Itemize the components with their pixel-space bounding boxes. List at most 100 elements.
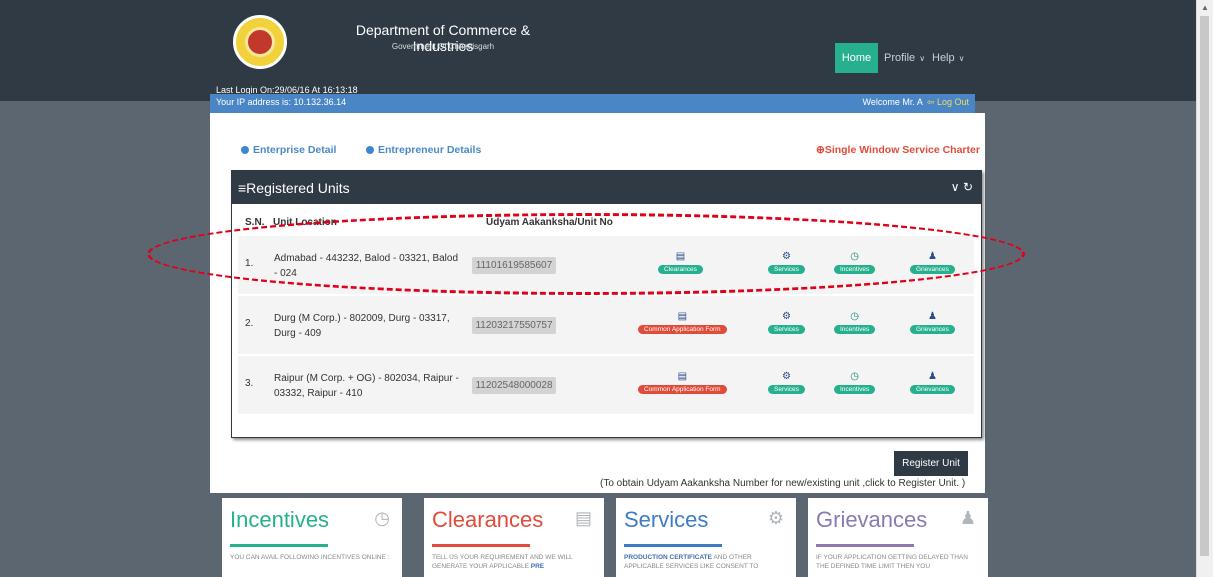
column-header-unit-no: Udyam Aakanksha/Unit No bbox=[486, 217, 613, 228]
logout-label: Log Out bbox=[936, 97, 969, 107]
services-action[interactable]: ⚙ Services bbox=[768, 310, 805, 334]
cogs-icon: ⚙ bbox=[781, 311, 791, 322]
incentives-badge[interactable]: Incentives bbox=[834, 385, 876, 394]
common-application-form-badge[interactable]: Common Application Form bbox=[638, 325, 727, 334]
government-emblem-logo bbox=[233, 15, 287, 69]
register-note: (To obtain Udyam Aakanksha Number for ne… bbox=[600, 478, 966, 489]
clearances-card[interactable]: Clearances ▤ TELL US YOUR REQUIREMENT AN… bbox=[424, 498, 604, 577]
welcome-text: Welcome Mr. A bbox=[862, 97, 923, 107]
card-text-body: IF YOUR APPLICATION GETTING DELAYED THAN… bbox=[816, 554, 968, 570]
incentives-card[interactable]: Incentives ◷ YOU CAN AVAIL FOLLOWING INC… bbox=[222, 498, 402, 577]
card-text-body: YOU CAN AVAIL FOLLOWING INCENTIVES ONLIN… bbox=[230, 554, 390, 561]
services-badge[interactable]: Services bbox=[768, 325, 805, 334]
clearances-action[interactable]: ▤ Clearances bbox=[658, 250, 703, 274]
row-sn: 2. bbox=[245, 318, 254, 329]
clock-icon: ◷ bbox=[374, 508, 390, 528]
common-application-form-action[interactable]: ▤ Common Application Form bbox=[638, 310, 727, 334]
register-unit-button[interactable]: Register Unit bbox=[894, 451, 968, 476]
card-title: Services bbox=[624, 507, 709, 532]
clock-icon: ◷ bbox=[850, 311, 859, 322]
grievances-card[interactable]: Grievances ♟ IF YOUR APPLICATION GETTING… bbox=[808, 498, 988, 577]
ip-address-text: Your IP address is: 10.132.36.14 bbox=[216, 97, 347, 107]
form-icon: ▤ bbox=[574, 508, 592, 528]
entrepreneur-details-link[interactable]: Entrepreneur Details bbox=[366, 144, 481, 156]
panel-title: Registered Units bbox=[246, 179, 350, 196]
vertical-scrollbar[interactable]: ▲ bbox=[1196, 0, 1213, 577]
logout-link[interactable]: ⇦ Log Out bbox=[927, 97, 969, 107]
card-accent-bar bbox=[624, 544, 722, 547]
collapse-icon[interactable]: ∨ bbox=[951, 180, 960, 194]
card-text: TELL US YOUR REQUIREMENT AND WE WILL GEN… bbox=[432, 553, 592, 571]
services-action[interactable]: ⚙ Services bbox=[768, 370, 805, 394]
enterprise-detail-label: Enterprise Detail bbox=[253, 144, 337, 156]
card-accent-bar bbox=[230, 544, 328, 547]
grievances-action[interactable]: ♟ Grievances bbox=[910, 310, 955, 334]
cogs-icon: ⚙ bbox=[781, 371, 791, 382]
form-icon: ▤ bbox=[677, 371, 688, 382]
card-title: Incentives bbox=[230, 507, 330, 532]
row-unit-no: 11202548000028 bbox=[472, 377, 556, 394]
row-location: Raipur (M Corp. + OG) - 802034, Raipur -… bbox=[274, 373, 459, 399]
common-application-form-badge[interactable]: Common Application Form bbox=[638, 385, 727, 394]
services-action[interactable]: ⚙ Services bbox=[768, 250, 805, 274]
card-text: PRODUCTION CERTIFICATE AND OTHER APPLICA… bbox=[624, 553, 784, 571]
table-row: 2. Durg (M Corp.) - 802009, Durg - 03317… bbox=[238, 296, 974, 354]
enterprise-detail-link[interactable]: Enterprise Detail bbox=[241, 144, 336, 156]
card-text: IF YOUR APPLICATION GETTING DELAYED THAN… bbox=[816, 553, 976, 571]
card-text-strong: PRODUCTION CERTIFICATE bbox=[624, 554, 712, 561]
nav-help[interactable]: Help ∨ bbox=[932, 43, 964, 73]
menu-icon: ≡ bbox=[238, 179, 247, 196]
entrepreneur-details-label: Entrepreneur Details bbox=[378, 144, 482, 156]
user-icon: ♟ bbox=[959, 508, 976, 528]
chevron-down-icon: ∨ bbox=[919, 53, 926, 63]
panel-header: ≡ Registered Units ∨ ↻ bbox=[232, 171, 981, 204]
scroll-up-arrow-icon[interactable]: ▲ bbox=[1201, 3, 1209, 12]
grievances-action[interactable]: ♟ Grievances bbox=[910, 370, 955, 394]
incentives-action[interactable]: ◷ Incentives bbox=[834, 370, 876, 394]
row-location: Durg (M Corp.) - 802009, Durg - 03317, D… bbox=[274, 313, 450, 339]
clearances-badge[interactable]: Clearances bbox=[658, 265, 703, 274]
cogs-icon: ⚙ bbox=[781, 251, 791, 262]
form-icon: ▤ bbox=[677, 311, 688, 322]
main-content: Enterprise Detail Entrepreneur Details ⊕… bbox=[210, 113, 985, 493]
row-location: Admabad - 443232, Balod - 03321, Balod -… bbox=[274, 253, 459, 279]
form-icon: ▤ bbox=[675, 251, 686, 262]
incentives-badge[interactable]: Incentives bbox=[834, 265, 876, 274]
grievances-badge[interactable]: Grievances bbox=[910, 325, 955, 334]
services-card[interactable]: Services ⚙ PRODUCTION CERTIFICATE AND OT… bbox=[616, 498, 796, 577]
nav-profile[interactable]: Profile ∨ bbox=[884, 43, 925, 73]
bullet-icon bbox=[241, 146, 249, 155]
column-header-sn: S.N. bbox=[245, 217, 265, 228]
bullet-icon bbox=[366, 146, 374, 155]
grievances-badge[interactable]: Grievances bbox=[910, 385, 955, 394]
card-text-body: TELL US YOUR REQUIREMENT AND WE WILL GEN… bbox=[432, 554, 573, 570]
globe-icon: ⊕ bbox=[816, 144, 825, 156]
user-icon: ♟ bbox=[927, 251, 937, 262]
card-accent-bar bbox=[816, 544, 914, 547]
nav-home[interactable]: Home bbox=[835, 43, 878, 73]
services-badge[interactable]: Services bbox=[768, 265, 805, 274]
row-sn: 3. bbox=[245, 378, 254, 389]
scrollbar-thumb[interactable] bbox=[1200, 16, 1209, 556]
user-icon: ♟ bbox=[927, 311, 937, 322]
card-text-strong: PRE bbox=[530, 563, 545, 570]
nav-help-label: Help bbox=[932, 52, 955, 64]
grievances-badge[interactable]: Grievances bbox=[910, 265, 955, 274]
incentives-action[interactable]: ◷ Incentives bbox=[834, 250, 876, 274]
row-unit-no: 11101619585607 bbox=[472, 257, 556, 274]
common-application-form-action[interactable]: ▤ Common Application Form bbox=[638, 370, 727, 394]
top-header: Department of Commerce & Industries Gove… bbox=[0, 0, 1197, 101]
column-header-location: Unit Location bbox=[273, 217, 337, 228]
refresh-icon[interactable]: ↻ bbox=[963, 180, 973, 194]
clock-icon: ◷ bbox=[850, 251, 859, 262]
incentives-badge[interactable]: Incentives bbox=[834, 325, 876, 334]
chevron-down-icon: ∨ bbox=[958, 53, 965, 63]
user-icon: ♟ bbox=[927, 371, 937, 382]
incentives-action[interactable]: ◷ Incentives bbox=[834, 310, 876, 334]
service-charter-link[interactable]: ⊕Single Window Service Charter bbox=[816, 144, 980, 156]
card-text: YOU CAN AVAIL FOLLOWING INCENTIVES ONLIN… bbox=[230, 553, 390, 562]
welcome-area: Welcome Mr. A ⇦ Log Out bbox=[863, 97, 969, 108]
grievances-action[interactable]: ♟ Grievances bbox=[910, 250, 955, 274]
services-badge[interactable]: Services bbox=[768, 385, 805, 394]
table-row: 3. Raipur (M Corp. + OG) - 802034, Raipu… bbox=[238, 356, 974, 414]
